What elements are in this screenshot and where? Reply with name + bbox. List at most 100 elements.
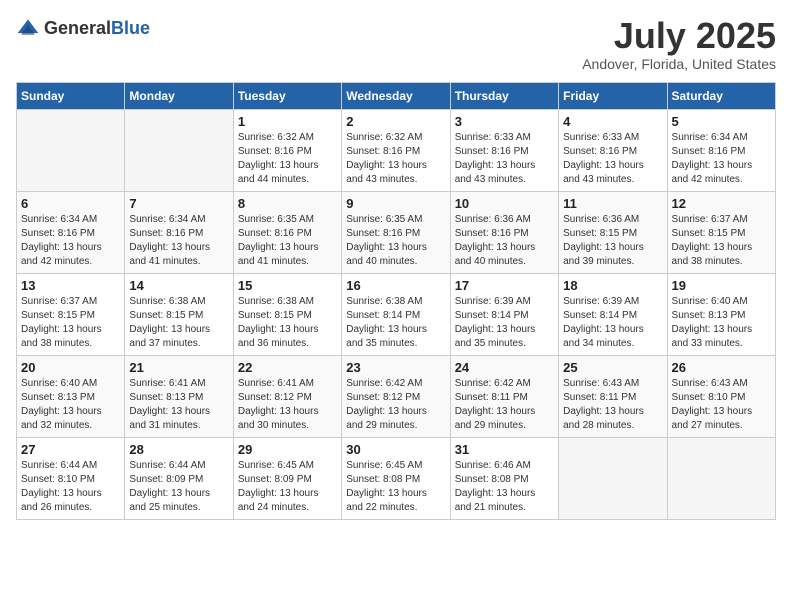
day-number: 20: [21, 360, 120, 375]
title-block: July 2025 Andover, Florida, United State…: [582, 16, 776, 72]
cell-week4-day1: 21 Sunrise: 6:41 AMSunset: 8:13 PMDayligh…: [125, 355, 233, 437]
week-row-4: 20 Sunrise: 6:40 AMSunset: 8:13 PMDayligh…: [17, 355, 776, 437]
cell-week5-day3: 30Sunrise: 6:45 AMSunset: 8:08 PMDayligh…: [342, 437, 450, 519]
logo-general: General: [44, 18, 111, 38]
logo-blue: Blue: [111, 18, 150, 38]
day-info: Sunrise: 6:36 AMSunset: 8:16 PMDaylight:…: [455, 213, 554, 269]
cell-week3-day6: 19Sunrise: 6:40 AMSunset: 8:13 PMDayligh…: [667, 273, 775, 355]
day-number: 13: [21, 278, 120, 293]
cell-week3-day1: 14 Sunrise: 6:38 AMSunset: 8:15 PMDayligh…: [125, 273, 233, 355]
day-number: 31: [455, 442, 554, 457]
week-row-5: 27 Sunrise: 6:44 AMSunset: 8:10 PMDayligh…: [17, 437, 776, 519]
day-number: 14: [129, 278, 228, 293]
day-number: 8: [238, 196, 337, 211]
day-info: Sunrise: 6:34 AMSunset: 8:16 PMDaylight:…: [129, 213, 228, 269]
day-info: Sunrise: 6:43 AMSunset: 8:11 PMDaylight:…: [563, 377, 662, 433]
cell-week3-day4: 17 Sunrise: 6:39 AMSunset: 8:14 PMDayligh…: [450, 273, 558, 355]
cell-week1-day1: [125, 109, 233, 191]
cell-week4-day6: 26 Sunrise: 6:43 AMSunset: 8:10 PMDayligh…: [667, 355, 775, 437]
day-number: 12: [672, 196, 771, 211]
day-number: 15: [238, 278, 337, 293]
cell-week5-day2: 29 Sunrise: 6:45 AMSunset: 8:09 PMDayligh…: [233, 437, 341, 519]
day-info: Sunrise: 6:39 AMSunset: 8:14 PMDaylight:…: [455, 295, 554, 351]
day-number: 18: [563, 278, 662, 293]
day-number: 29: [238, 442, 337, 457]
day-info: Sunrise: 6:38 AMSunset: 8:14 PMDaylight:…: [346, 295, 445, 351]
day-number: 26: [672, 360, 771, 375]
header-tuesday: Tuesday: [233, 82, 341, 109]
cell-week2-day5: 11 Sunrise: 6:36 AMSunset: 8:15 PMDayligh…: [559, 191, 667, 273]
cell-week2-day2: 8 Sunrise: 6:35 AMSunset: 8:16 PMDaylight…: [233, 191, 341, 273]
page-header: GeneralBlue July 2025 Andover, Florida, …: [16, 16, 776, 72]
cell-week1-day6: 5 Sunrise: 6:34 AMSunset: 8:16 PMDaylight…: [667, 109, 775, 191]
calendar-table: Sunday Monday Tuesday Wednesday Thursday…: [16, 82, 776, 520]
day-number: 2: [346, 114, 445, 129]
day-info: Sunrise: 6:44 AMSunset: 8:10 PMDaylight:…: [21, 459, 120, 515]
header-monday: Monday: [125, 82, 233, 109]
day-number: 22: [238, 360, 337, 375]
cell-week2-day3: 9Sunrise: 6:35 AMSunset: 8:16 PMDaylight…: [342, 191, 450, 273]
day-info: Sunrise: 6:38 AMSunset: 8:15 PMDaylight:…: [238, 295, 337, 351]
day-number: 23: [346, 360, 445, 375]
cell-week2-day1: 7Sunrise: 6:34 AMSunset: 8:16 PMDaylight…: [125, 191, 233, 273]
day-info: Sunrise: 6:45 AMSunset: 8:08 PMDaylight:…: [346, 459, 445, 515]
day-number: 6: [21, 196, 120, 211]
calendar-body: 1Sunrise: 6:32 AMSunset: 8:16 PMDaylight…: [17, 109, 776, 519]
cell-week3-day2: 15 Sunrise: 6:38 AMSunset: 8:15 PMDayligh…: [233, 273, 341, 355]
day-info: Sunrise: 6:46 AMSunset: 8:08 PMDaylight:…: [455, 459, 554, 515]
header-sunday: Sunday: [17, 82, 125, 109]
cell-week5-day4: 31 Sunrise: 6:46 AMSunset: 8:08 PMDayligh…: [450, 437, 558, 519]
week-row-2: 6 Sunrise: 6:34 AMSunset: 8:16 PMDaylight…: [17, 191, 776, 273]
cell-week4-day5: 25 Sunrise: 6:43 AMSunset: 8:11 PMDayligh…: [559, 355, 667, 437]
day-info: Sunrise: 6:41 AMSunset: 8:13 PMDaylight:…: [129, 377, 228, 433]
cell-week5-day5: [559, 437, 667, 519]
calendar-subtitle: Andover, Florida, United States: [582, 56, 776, 72]
day-number: 3: [455, 114, 554, 129]
logo-icon: [16, 16, 40, 40]
day-info: Sunrise: 6:35 AMSunset: 8:16 PMDaylight:…: [238, 213, 337, 269]
cell-week1-day3: 2 Sunrise: 6:32 AMSunset: 8:16 PMDaylight…: [342, 109, 450, 191]
day-number: 21: [129, 360, 228, 375]
day-info: Sunrise: 6:32 AMSunset: 8:16 PMDaylight:…: [346, 131, 445, 187]
day-info: Sunrise: 6:41 AMSunset: 8:12 PMDaylight:…: [238, 377, 337, 433]
day-number: 24: [455, 360, 554, 375]
cell-week1-day0: [17, 109, 125, 191]
day-number: 16: [346, 278, 445, 293]
day-number: 10: [455, 196, 554, 211]
cell-week5-day1: 28Sunrise: 6:44 AMSunset: 8:09 PMDayligh…: [125, 437, 233, 519]
cell-week3-day0: 13 Sunrise: 6:37 AMSunset: 8:15 PMDayligh…: [17, 273, 125, 355]
calendar-title: July 2025: [582, 16, 776, 56]
day-info: Sunrise: 6:34 AMSunset: 8:16 PMDaylight:…: [21, 213, 120, 269]
cell-week2-day4: 10 Sunrise: 6:36 AMSunset: 8:16 PMDayligh…: [450, 191, 558, 273]
day-number: 11: [563, 196, 662, 211]
calendar-header: Sunday Monday Tuesday Wednesday Thursday…: [17, 82, 776, 109]
header-saturday: Saturday: [667, 82, 775, 109]
header-friday: Friday: [559, 82, 667, 109]
header-wednesday: Wednesday: [342, 82, 450, 109]
week-row-3: 13 Sunrise: 6:37 AMSunset: 8:15 PMDayligh…: [17, 273, 776, 355]
day-info: Sunrise: 6:36 AMSunset: 8:15 PMDaylight:…: [563, 213, 662, 269]
day-info: Sunrise: 6:42 AMSunset: 8:12 PMDaylight:…: [346, 377, 445, 433]
header-thursday: Thursday: [450, 82, 558, 109]
day-info: Sunrise: 6:40 AMSunset: 8:13 PMDaylight:…: [672, 295, 771, 351]
day-info: Sunrise: 6:34 AMSunset: 8:16 PMDaylight:…: [672, 131, 771, 187]
cell-week2-day6: 12Sunrise: 6:37 AMSunset: 8:15 PMDayligh…: [667, 191, 775, 273]
week-row-1: 1Sunrise: 6:32 AMSunset: 8:16 PMDaylight…: [17, 109, 776, 191]
day-info: Sunrise: 6:33 AMSunset: 8:16 PMDaylight:…: [563, 131, 662, 187]
cell-week3-day5: 18 Sunrise: 6:39 AMSunset: 8:14 PMDayligh…: [559, 273, 667, 355]
day-info: Sunrise: 6:43 AMSunset: 8:10 PMDaylight:…: [672, 377, 771, 433]
day-info: Sunrise: 6:37 AMSunset: 8:15 PMDaylight:…: [21, 295, 120, 351]
cell-week4-day2: 22 Sunrise: 6:41 AMSunset: 8:12 PMDayligh…: [233, 355, 341, 437]
day-number: 27: [21, 442, 120, 457]
day-number: 9: [346, 196, 445, 211]
day-info: Sunrise: 6:44 AMSunset: 8:09 PMDaylight:…: [129, 459, 228, 515]
day-info: Sunrise: 6:40 AMSunset: 8:13 PMDaylight:…: [21, 377, 120, 433]
day-number: 25: [563, 360, 662, 375]
day-info: Sunrise: 6:39 AMSunset: 8:14 PMDaylight:…: [563, 295, 662, 351]
day-info: Sunrise: 6:45 AMSunset: 8:09 PMDaylight:…: [238, 459, 337, 515]
day-number: 17: [455, 278, 554, 293]
day-number: 5: [672, 114, 771, 129]
cell-week2-day0: 6 Sunrise: 6:34 AMSunset: 8:16 PMDaylight…: [17, 191, 125, 273]
cell-week1-day2: 1Sunrise: 6:32 AMSunset: 8:16 PMDaylight…: [233, 109, 341, 191]
day-info: Sunrise: 6:38 AMSunset: 8:15 PMDaylight:…: [129, 295, 228, 351]
